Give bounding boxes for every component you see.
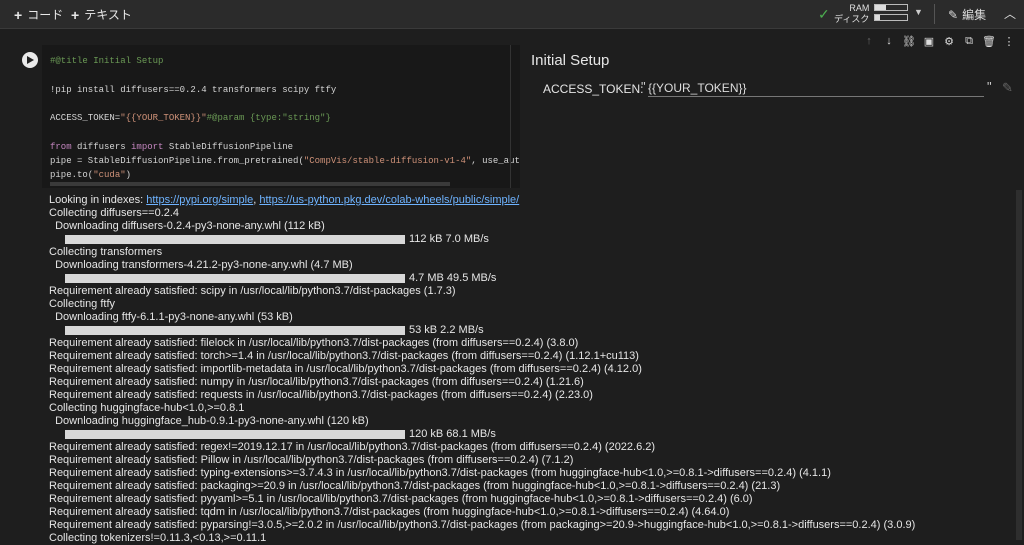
disk-meter-fill (875, 15, 880, 20)
download-progress-bar (65, 326, 405, 335)
download-progress-line: 4.7 MB 49.5 MB/s (49, 272, 1009, 285)
code-line: from diffusers import StableDiffusionPip… (50, 141, 294, 152)
output-line: Requirement already satisfied: Pillow in… (49, 454, 574, 466)
output-line: Requirement already satisfied: filelock … (49, 337, 579, 349)
open-quote: " (641, 79, 646, 94)
output-line: Requirement already satisfied: tqdm in /… (49, 506, 730, 518)
toolbar-divider (934, 4, 935, 24)
output-line: Downloading diffusers-0.2.4-py3-none-any… (49, 220, 325, 232)
edit-button[interactable]: ✎ 編集 (948, 6, 986, 23)
output-line: Downloading huggingface_hub-0.9.1-py3-no… (49, 415, 369, 427)
resources-dropdown-icon[interactable]: ▼ (914, 7, 923, 17)
output-line: Requirement already satisfied: requests … (49, 389, 593, 401)
connected-check-icon: ✓ (818, 6, 830, 22)
download-progress-line: 112 kB 7.0 MB/s (49, 233, 1009, 246)
output-line: Requirement already satisfied: packaging… (49, 480, 781, 492)
code-editor[interactable]: #@title Initial Setup !pip install diffu… (42, 45, 520, 188)
access-token-input[interactable] (648, 80, 984, 97)
output-line: Downloading ftfy-6.1.1-py3-none-any.whl … (49, 311, 293, 323)
cell-output: Looking in indexes: https://pypi.org/sim… (49, 194, 1009, 545)
index-links-line: Looking in indexes: https://pypi.org/sim… (49, 194, 1009, 207)
ram-label: RAM (849, 3, 870, 13)
output-line: Collecting huggingface-hub<1.0,>=0.8.1 (49, 402, 245, 414)
download-progress-text: 4.7 MB 49.5 MB/s (409, 272, 497, 284)
move-up-icon[interactable]: ↑ (862, 34, 876, 48)
add-code-label: コード (27, 8, 64, 22)
code-line: #@title Initial Setup (50, 56, 164, 66)
edit-label: 編集 (962, 8, 987, 22)
resource-meters[interactable] (874, 4, 908, 24)
index-links-prefix: Looking in indexes: (49, 194, 147, 206)
download-progress-line: 53 kB 2.2 MB/s (49, 324, 1009, 337)
output-line: Requirement already satisfied: torch>=1.… (49, 350, 639, 362)
pypi-link[interactable]: https://pypi.org/simple (146, 194, 253, 206)
link-icon[interactable]: ⛓ (902, 34, 916, 48)
plus-icon: + (71, 6, 80, 23)
notebook-toolbar: + コード + テキスト ✓ RAM ディスク ▼ ✎ 編集 ︿ (0, 0, 1024, 29)
code-line: pipe = StableDiffusionPipeline.from_pret… (50, 156, 520, 167)
cell-toolbar: ↑ ↓ ⛓ ▣ ⚙ ⧉ 🗑 ⋮ (862, 34, 1016, 48)
disk-label: ディスク (834, 14, 870, 24)
output-line: Requirement already satisfied: typing-ex… (49, 467, 831, 479)
download-progress-bar (65, 274, 405, 283)
add-text-button[interactable]: + テキスト (71, 6, 132, 23)
code-line: ACCESS_TOKEN="{{YOUR_TOKEN}}"#@param {ty… (50, 113, 331, 124)
ram-meter (874, 4, 908, 11)
settings-gear-icon[interactable]: ⚙ (942, 34, 956, 48)
pencil-icon: ✎ (948, 7, 959, 22)
output-line: Requirement already satisfied: pyparsing… (49, 519, 916, 531)
disk-meter (874, 14, 908, 21)
output-line: Collecting diffusers==0.2.4 (49, 207, 180, 219)
edit-form-pencil-icon[interactable]: ✎ (1002, 80, 1013, 96)
output-line: Requirement already satisfied: numpy in … (49, 376, 584, 388)
download-progress-bar (65, 430, 405, 439)
plus-icon: + (14, 6, 23, 23)
output-line: Downloading transformers-4.21.2-py3-none… (49, 259, 353, 271)
more-options-icon[interactable]: ⋮ (1002, 34, 1016, 48)
move-down-icon[interactable]: ↓ (882, 34, 896, 48)
delete-icon[interactable]: 🗑 (982, 34, 996, 48)
play-icon (27, 56, 34, 64)
run-cell-button[interactable] (22, 52, 38, 68)
download-progress-bar (65, 235, 405, 244)
output-line: Collecting ftfy (49, 298, 116, 310)
add-code-button[interactable]: + コード (14, 6, 63, 23)
output-line: Requirement already satisfied: pyyaml>=5… (49, 493, 753, 505)
code-line: !pip install diffusers==0.2.4 transforme… (50, 84, 337, 95)
output-line: Collecting transformers (49, 246, 163, 258)
comment-icon[interactable]: ▣ (922, 34, 936, 48)
editor-divider (510, 45, 511, 188)
ram-meter-fill (875, 5, 887, 10)
editor-horizontal-scrollbar[interactable] (50, 182, 450, 186)
mirror-cell-icon[interactable]: ⧉ (962, 34, 976, 48)
colab-wheels-link[interactable]: https://us-python.pkg.dev/colab-wheels/p… (259, 194, 519, 206)
download-progress-text: 120 kB 68.1 MB/s (409, 428, 496, 440)
access-token-label: ACCESS_TOKEN: (543, 82, 644, 96)
resource-labels[interactable]: RAM ディスク (834, 3, 869, 25)
output-line: Collecting tokenizers!=0.11.3,<0.13,>=0.… (49, 532, 267, 544)
download-progress-text: 53 kB 2.2 MB/s (409, 324, 484, 336)
code-text: #@title Initial Setup !pip install diffu… (50, 54, 520, 183)
output-scrollbar[interactable] (1016, 190, 1022, 540)
close-quote: " (987, 79, 992, 94)
download-progress-text: 112 kB 7.0 MB/s (409, 233, 489, 245)
form-title: Initial Setup (531, 52, 610, 69)
code-line: pipe.to("cuda") (50, 170, 132, 181)
output-line: Requirement already satisfied: regex!=20… (49, 441, 656, 453)
collapse-header-icon[interactable]: ︿ (1004, 5, 1016, 22)
output-line: Requirement already satisfied: importlib… (49, 363, 642, 375)
add-text-label: テキスト (84, 8, 132, 22)
output-line: Requirement already satisfied: scipy in … (49, 285, 456, 297)
download-progress-line: 120 kB 68.1 MB/s (49, 428, 1009, 441)
